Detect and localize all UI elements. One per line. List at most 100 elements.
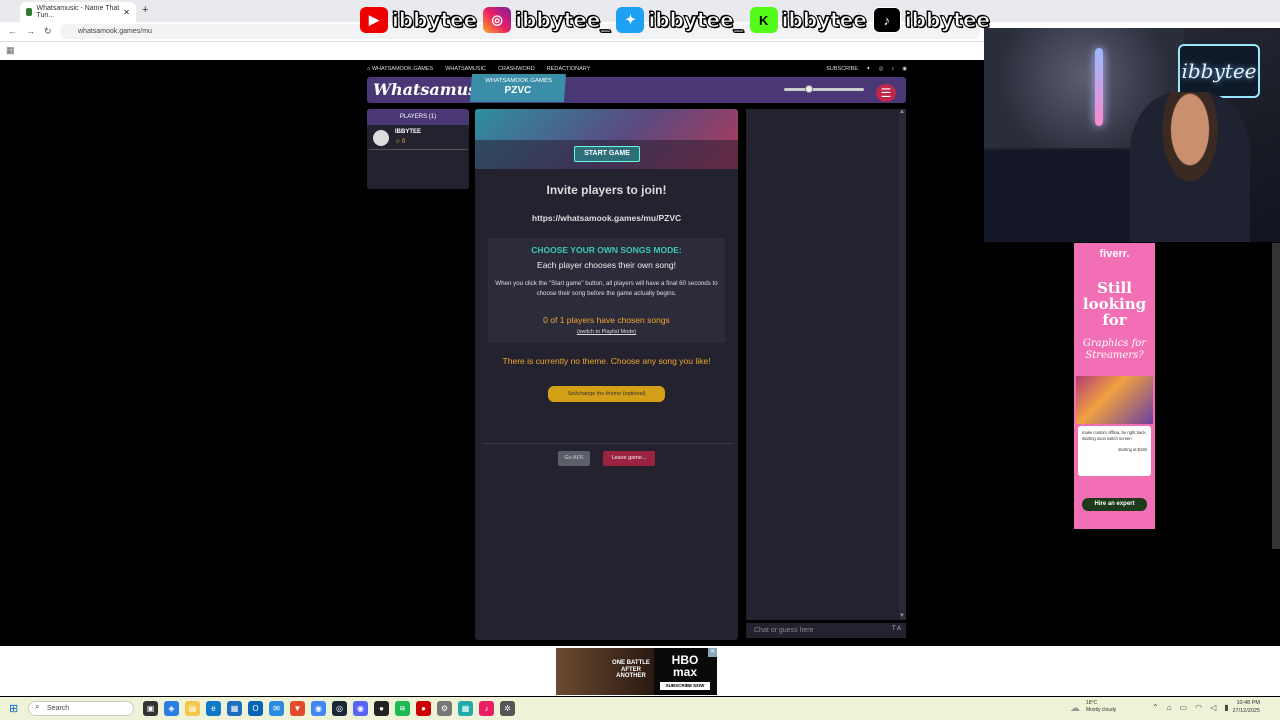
- instagram-icon: ◎: [483, 7, 512, 33]
- obs-icon[interactable]: ●: [374, 701, 389, 716]
- tiktok-icon[interactable]: ♪: [891, 66, 894, 72]
- ad-card-price: starting at $150: [1118, 446, 1147, 452]
- subscribe-now-button[interactable]: SUBSCRIBE NOW: [660, 682, 710, 690]
- monitor-icon[interactable]: ▭: [1180, 703, 1188, 712]
- discord-icon[interactable]: ◉: [353, 701, 368, 716]
- switch-playlist-mode-link[interactable]: (switch to Playlist Mode): [488, 329, 725, 335]
- discord-icon[interactable]: ◉: [902, 66, 907, 72]
- hamburger-menu-icon[interactable]: ☰: [876, 84, 896, 102]
- room-code-badge: WHATSAMOOK.GAMES PZVC: [470, 74, 566, 102]
- weather-icon: ☁: [1070, 703, 1080, 714]
- instagram-icon[interactable]: ◎: [879, 66, 884, 72]
- chat-language-toggle[interactable]: T A: [892, 626, 901, 632]
- system-tray: ⌃ ⌂ ▭ ◠ ◁ ▮: [1152, 703, 1229, 712]
- settings-icon[interactable]: ⚙: [437, 701, 452, 716]
- forward-icon[interactable]: →: [26, 26, 35, 36]
- page-scrollbar[interactable]: [1272, 243, 1280, 549]
- new-tab-icon[interactable]: +: [142, 4, 148, 16]
- go-afk-button[interactable]: Go AFK: [558, 451, 590, 466]
- youtube-icon: ▶: [360, 7, 388, 33]
- volume-icon[interactable]: ◁: [1210, 703, 1216, 712]
- outlook-icon[interactable]: O: [248, 701, 263, 716]
- mode-description: When you click the "Start game" button, …: [495, 280, 718, 297]
- apps-grid-icon[interactable]: ▦: [6, 45, 15, 56]
- tab-title: Whatsamusic - Name That Tun...: [36, 5, 120, 19]
- hbo-logo: HBO max: [671, 653, 699, 679]
- webcam-couch: [984, 150, 1144, 242]
- tiktok-icon: ♪: [872, 7, 901, 33]
- subscribe-link[interactable]: SUBSCRIBE: [826, 66, 858, 72]
- volume-slider[interactable]: [784, 88, 864, 91]
- avatar: [373, 130, 389, 146]
- bookmarks-bar: [0, 42, 984, 60]
- weather-widget[interactable]: 18°C Mostly cloudy: [1086, 700, 1116, 713]
- leave-game-button[interactable]: Leave game...: [603, 451, 655, 466]
- nav-link-crashword[interactable]: CRASHWORD: [498, 66, 535, 72]
- mode-subtitle: Each player chooses their own song!: [537, 260, 676, 270]
- clock[interactable]: 10:48 PM 27/12/2025: [1228, 700, 1260, 715]
- spotify-icon[interactable]: ≋: [395, 701, 410, 716]
- ad-headline: Still looking for: [1082, 279, 1147, 329]
- players-heading: PLAYERS (1): [367, 109, 469, 125]
- scroll-down-icon[interactable]: ▼: [899, 613, 905, 619]
- tray-chevron-icon[interactable]: ⌃: [1152, 703, 1159, 712]
- close-ad-icon[interactable]: ✕: [708, 648, 717, 657]
- task-view-icon[interactable]: ▣: [143, 701, 158, 716]
- invite-url[interactable]: https://whatsamook.games/mu/PZVC: [475, 213, 738, 223]
- invite-title: Invite players to join!: [546, 183, 667, 197]
- chrome-icon[interactable]: ◉: [311, 701, 326, 716]
- social-handle: ibbytee_: [648, 8, 744, 33]
- store-icon[interactable]: ▦: [227, 701, 242, 716]
- wifi-icon[interactable]: ◠: [1195, 703, 1202, 712]
- social-handle: ibbytee: [781, 8, 867, 33]
- divider: [483, 443, 733, 444]
- twitter-icon[interactable]: ✦: [866, 66, 871, 72]
- hire-expert-button[interactable]: Hire an expert: [1082, 498, 1147, 511]
- chat-panel: [746, 109, 906, 620]
- windows-start-icon[interactable]: ⊞: [9, 702, 18, 715]
- mail-icon[interactable]: ✉: [269, 701, 284, 716]
- steam-icon[interactable]: ◎: [332, 701, 347, 716]
- ad-card-text: make custom offlina, be right back, star…: [1082, 430, 1147, 442]
- set-theme-button[interactable]: Set/change the theme (optional): [548, 386, 665, 402]
- kick-icon: K: [749, 7, 778, 33]
- calculator-icon[interactable]: ▦: [458, 701, 473, 716]
- streamer: [1130, 92, 1250, 242]
- player-score: ☆ 0: [395, 139, 406, 145]
- start-game-button[interactable]: START GAME: [574, 146, 640, 162]
- chosen-count: 0 of 1 players have chosen songs: [543, 315, 670, 325]
- site-top-nav: ⌂ WHATSAMOOK.GAMES WHATSAMUSIC CRASHWORD…: [367, 63, 907, 75]
- file-explorer-icon[interactable]: ▤: [185, 701, 200, 716]
- twitter-icon: ✦: [616, 7, 645, 33]
- nav-link-redactionary[interactable]: REDACTIONARY: [547, 66, 591, 72]
- ad-card: make custom offlina, be right back, star…: [1078, 426, 1151, 476]
- network-icon[interactable]: ⌂: [1167, 703, 1172, 712]
- mode-title: CHOOSE YOUR OWN SONGS MODE:: [531, 245, 682, 255]
- reload-icon[interactable]: ↻: [44, 26, 52, 37]
- weather-desc: Mostly cloudy: [1086, 706, 1117, 713]
- back-icon[interactable]: ←: [8, 26, 17, 36]
- gear-app-icon[interactable]: ✲: [500, 701, 515, 716]
- close-tab-icon[interactable]: ✕: [123, 8, 130, 17]
- home-link[interactable]: ⌂ WHATSAMOOK.GAMES: [367, 66, 433, 72]
- scroll-up-icon[interactable]: ▲: [899, 109, 905, 115]
- chat-input[interactable]: Chat or guess here: [746, 623, 906, 638]
- fiverr-logo: fiverr.: [1099, 248, 1130, 260]
- copilot-icon[interactable]: ◈: [164, 701, 179, 716]
- ad-subline: Graphics for Streamers?: [1082, 338, 1147, 361]
- social-handle: ibbytee: [391, 8, 478, 33]
- record-icon[interactable]: ●: [416, 701, 431, 716]
- tiktok-app-icon[interactable]: ♪: [479, 701, 494, 716]
- nav-link-whatsamusic[interactable]: WHATSAMUSIC: [445, 66, 486, 72]
- player-name: IBBYTEE: [395, 129, 422, 135]
- taskbar-search[interactable]: Search: [28, 701, 134, 716]
- favicon-icon: [26, 8, 33, 16]
- browser-tab[interactable]: Whatsamusic - Name That Tun... ✕: [20, 2, 136, 22]
- social-handle: ibbytee_: [515, 8, 611, 33]
- ad-image: [1076, 376, 1153, 424]
- volume-slider-knob[interactable]: [805, 85, 813, 93]
- edge-icon[interactable]: e: [206, 701, 221, 716]
- brave-icon[interactable]: ▼: [290, 701, 305, 716]
- room-code: PZVC: [504, 85, 532, 97]
- chat-scrollbar[interactable]: [899, 109, 906, 620]
